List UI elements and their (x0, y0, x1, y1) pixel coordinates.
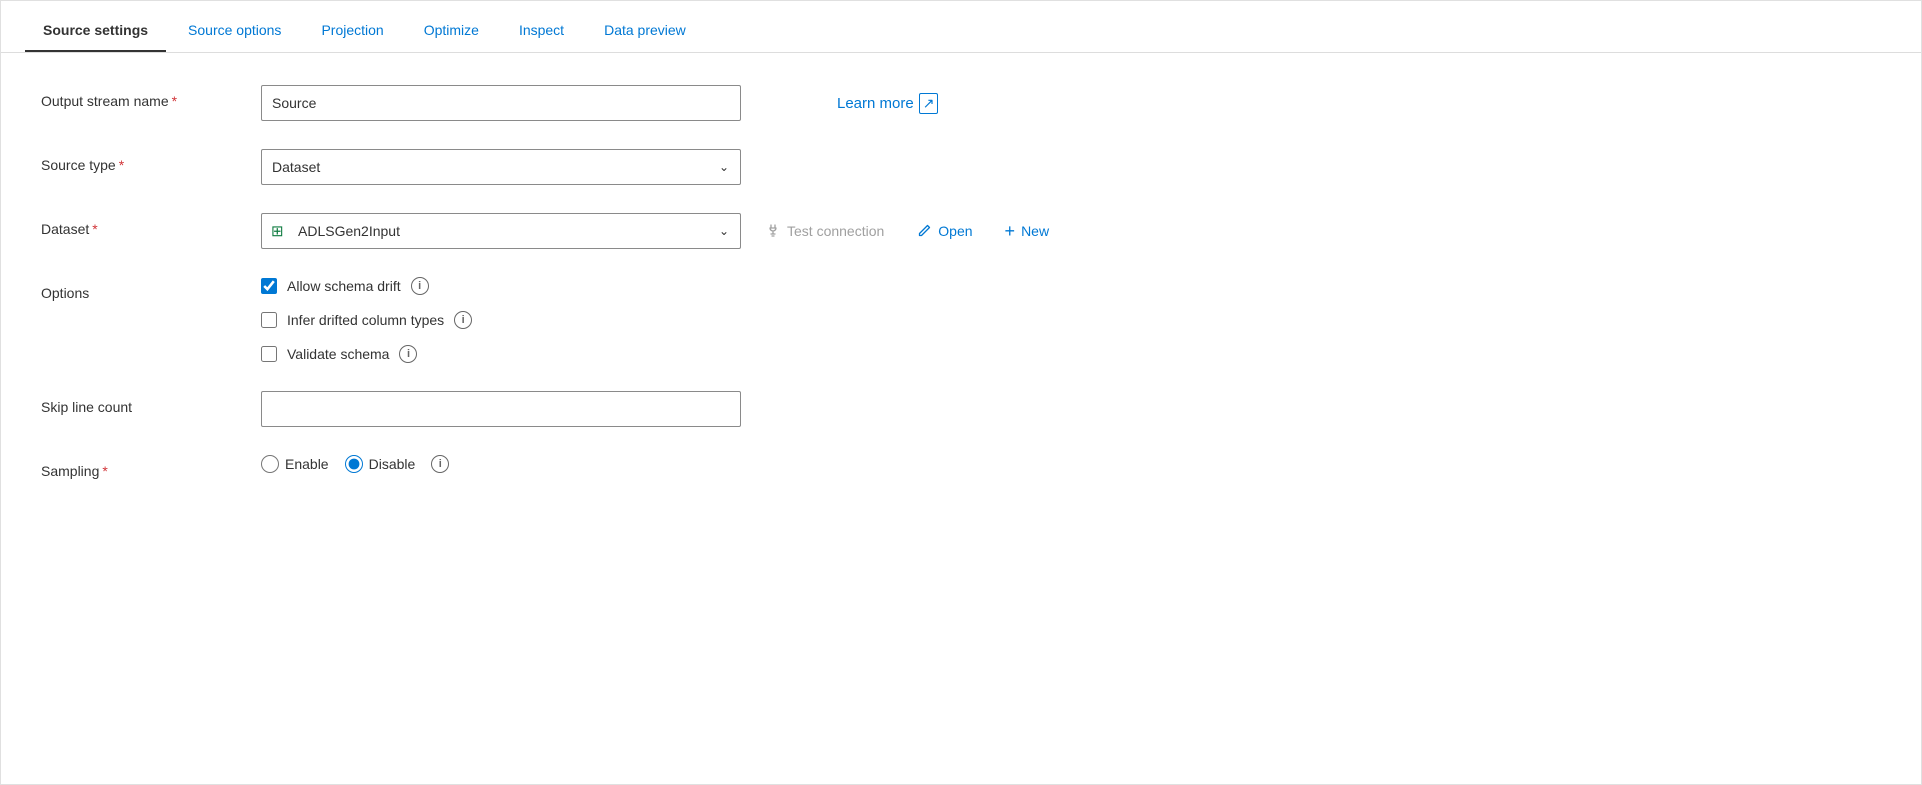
plus-icon: + (1005, 222, 1016, 240)
sampling-controls: Enable Disable i (261, 455, 1881, 473)
infer-drifted-row: Infer drifted column types i (261, 311, 472, 329)
dataset-row: Dataset* ⊞ ADLSGen2Input ⌄ Test connecti… (41, 213, 1881, 249)
allow-schema-drift-info-icon[interactable]: i (411, 277, 429, 295)
external-link-icon: ↗ (919, 93, 939, 114)
output-stream-name-label: Output stream name* (41, 85, 261, 109)
test-connection-button[interactable]: Test connection (757, 219, 892, 243)
validate-schema-label: Validate schema (287, 346, 389, 362)
options-checkboxes: Allow schema drift i Infer drifted colum… (261, 277, 472, 363)
source-type-dropdown-wrapper: Dataset Inline ⌄ (261, 149, 741, 185)
options-label: Options (41, 277, 261, 301)
tab-data-preview[interactable]: Data preview (586, 8, 704, 52)
output-stream-name-controls: Learn more ↗ (261, 85, 1881, 121)
tab-optimize[interactable]: Optimize (406, 8, 497, 52)
required-star-1: * (172, 93, 177, 109)
tab-inspect[interactable]: Inspect (501, 8, 582, 52)
sampling-enable-label: Enable (285, 456, 329, 472)
tab-bar: Source settings Source options Projectio… (1, 1, 1921, 53)
sampling-disable-radio[interactable] (345, 455, 363, 473)
dataset-label: Dataset* (41, 213, 261, 237)
open-button[interactable]: Open (908, 219, 980, 243)
skip-line-count-label: Skip line count (41, 391, 261, 415)
skip-line-count-row: Skip line count (41, 391, 1881, 427)
allow-schema-drift-label: Allow schema drift (287, 278, 401, 294)
validate-schema-row: Validate schema i (261, 345, 472, 363)
output-stream-name-row: Output stream name* Learn more ↗ (41, 85, 1881, 121)
sampling-label: Sampling* (41, 455, 261, 479)
source-type-select[interactable]: Dataset Inline (261, 149, 741, 185)
tab-source-settings[interactable]: Source settings (25, 8, 166, 52)
skip-line-count-input[interactable] (261, 391, 741, 427)
output-stream-name-input[interactable] (261, 85, 741, 121)
pencil-icon (916, 223, 932, 239)
new-button[interactable]: + New (997, 218, 1058, 244)
plug-icon (765, 223, 781, 239)
source-type-row: Source type* Dataset Inline ⌄ (41, 149, 1881, 185)
infer-drifted-checkbox[interactable] (261, 312, 277, 328)
source-type-controls: Dataset Inline ⌄ (261, 149, 1881, 185)
sampling-enable-radio[interactable] (261, 455, 279, 473)
sampling-enable-option[interactable]: Enable (261, 455, 329, 473)
allow-schema-drift-checkbox[interactable] (261, 278, 277, 294)
allow-schema-drift-row: Allow schema drift i (261, 277, 472, 295)
tab-source-options[interactable]: Source options (170, 8, 299, 52)
validate-schema-info-icon[interactable]: i (399, 345, 417, 363)
infer-drifted-label: Infer drifted column types (287, 312, 444, 328)
options-controls: Allow schema drift i Infer drifted colum… (261, 277, 1881, 363)
infer-drifted-info-icon[interactable]: i (454, 311, 472, 329)
validate-schema-checkbox[interactable] (261, 346, 277, 362)
dataset-dropdown-wrapper: ⊞ ADLSGen2Input ⌄ (261, 213, 741, 249)
options-row: Options Allow schema drift i Infer drift… (41, 277, 1881, 363)
sampling-disable-label: Disable (369, 456, 416, 472)
sampling-disable-option[interactable]: Disable (345, 455, 416, 473)
required-star-3: * (92, 221, 97, 237)
sampling-radio-group: Enable Disable i (261, 455, 449, 473)
dataset-controls: ⊞ ADLSGen2Input ⌄ Test connection (261, 213, 1881, 249)
source-type-label: Source type* (41, 149, 261, 173)
required-star-4: * (102, 463, 107, 479)
tab-projection[interactable]: Projection (303, 8, 401, 52)
learn-more-link[interactable]: Learn more ↗ (837, 93, 938, 114)
dataset-select[interactable]: ADLSGen2Input (261, 213, 741, 249)
required-star-2: * (119, 157, 124, 173)
form-content: Output stream name* Learn more ↗ Source … (1, 53, 1921, 539)
sampling-info-icon[interactable]: i (431, 455, 449, 473)
skip-line-count-controls (261, 391, 1881, 427)
sampling-row: Sampling* Enable Disable i (41, 455, 1881, 479)
